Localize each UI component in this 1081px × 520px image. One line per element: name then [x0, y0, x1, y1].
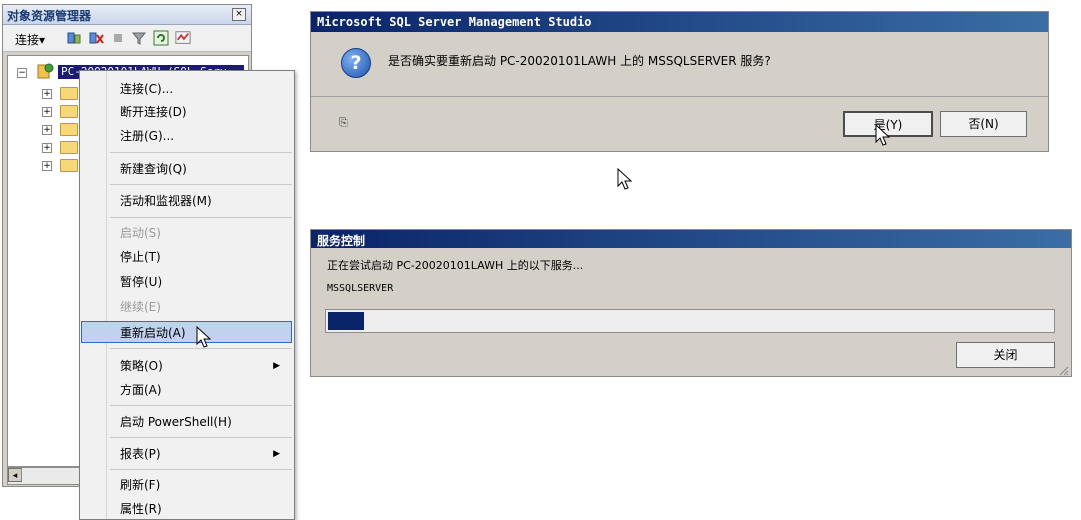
menu-item-restart[interactable]: 重新启动(A) — [120, 324, 186, 341]
activity-monitor-icon[interactable] — [175, 30, 191, 46]
menu-separator — [110, 184, 292, 185]
no-button[interactable]: 否(N) — [940, 111, 1027, 137]
mouse-cursor-icon — [875, 124, 891, 146]
refresh-icon[interactable] — [153, 30, 169, 46]
mouse-cursor-icon — [617, 168, 633, 190]
question-icon: ? — [341, 48, 371, 78]
menu-item-register[interactable]: 注册(G)... — [120, 127, 174, 144]
expand-icon[interactable]: + — [42, 161, 52, 171]
submenu-arrow-icon: ▶ — [273, 361, 280, 371]
mouse-cursor-icon — [196, 326, 212, 348]
filter-icon[interactable] — [131, 30, 147, 46]
menu-item-policies[interactable]: 策略(O) — [120, 357, 163, 374]
menu-item-start: 启动(S) — [120, 226, 161, 240]
menu-separator — [110, 217, 292, 218]
menu-separator — [110, 405, 292, 406]
dialog-titlebar: Microsoft SQL Server Management Studio — [311, 12, 1048, 32]
dialog-titlebar: 服务控制 — [311, 230, 1071, 248]
dialog-title: Microsoft SQL Server Management Studio — [317, 15, 592, 29]
close-icon[interactable]: × — [232, 8, 246, 21]
folder-icon — [60, 141, 78, 154]
dialog-message: 是否确实要重新启动 PC-20020101LAWH 上的 MSSQLSERVER… — [388, 54, 771, 68]
copy-icon[interactable]: ⎘ — [339, 116, 348, 130]
resize-grip-icon[interactable] — [1057, 364, 1069, 376]
disconnect-server-icon[interactable] — [88, 30, 104, 46]
collapse-icon[interactable]: − — [17, 68, 27, 78]
menu-item-new-query[interactable]: 新建查询(Q) — [120, 160, 187, 177]
object-explorer-toolbar: 连接▾ — [3, 25, 251, 52]
menu-item-disconnect[interactable]: 断开连接(D) — [120, 103, 187, 120]
object-explorer-title: 对象资源管理器 — [7, 9, 92, 23]
menu-item-facets[interactable]: 方面(A) — [120, 381, 162, 398]
menu-separator — [110, 469, 292, 470]
menu-item-resume: 继续(E) — [120, 300, 161, 314]
stop-icon[interactable] — [110, 30, 126, 46]
menu-item-stop[interactable]: 停止(T) — [120, 248, 161, 265]
menu-item-refresh[interactable]: 刷新(F) — [120, 476, 160, 493]
server-icon — [37, 63, 54, 79]
progress-bar — [325, 309, 1055, 333]
service-name: MSSQLSERVER — [327, 283, 394, 294]
scroll-left-icon[interactable]: ◂ — [8, 468, 22, 482]
menu-separator — [110, 152, 292, 153]
menu-separator — [110, 437, 292, 438]
connect-dropdown[interactable]: 连接▾ — [15, 31, 45, 48]
expand-icon[interactable]: + — [42, 107, 52, 117]
folder-icon — [60, 159, 78, 172]
menu-item-powershell[interactable]: 启动 PowerShell(H) — [120, 413, 232, 430]
menu-item-pause[interactable]: 暂停(U) — [120, 273, 162, 290]
connect-server-icon[interactable] — [66, 30, 82, 46]
menu-highlight — [81, 321, 292, 343]
menu-item-activity-monitor[interactable]: 活动和监视器(M) — [120, 192, 212, 209]
close-button[interactable]: 关闭 — [956, 342, 1055, 368]
expand-icon[interactable]: + — [42, 125, 52, 135]
ssms-confirm-dialog: Microsoft SQL Server Management Studio ?… — [310, 11, 1049, 152]
dialog-title: 服务控制 — [317, 234, 366, 248]
menu-item-connect[interactable]: 连接(C)... — [120, 80, 173, 97]
folder-icon — [60, 105, 78, 118]
menu-item-reports[interactable]: 报表(P) — [120, 445, 161, 462]
expand-icon[interactable]: + — [42, 143, 52, 153]
menu-item-properties[interactable]: 属性(R) — [120, 500, 162, 517]
service-control-dialog: 服务控制 正在尝试启动 PC-20020101LAWH 上的以下服务... MS… — [310, 229, 1072, 377]
submenu-arrow-icon: ▶ — [273, 449, 280, 459]
expand-icon[interactable]: + — [42, 89, 52, 99]
object-explorer-titlebar: 对象资源管理器 × — [3, 5, 251, 25]
context-menu: 连接(C)... 断开连接(D) 注册(G)... 新建查询(Q) 活动和监视器… — [79, 70, 295, 520]
folder-icon — [60, 87, 78, 100]
folder-icon — [60, 123, 78, 136]
status-text: 正在尝试启动 PC-20020101LAWH 上的以下服务... — [327, 259, 584, 272]
progress-fill — [328, 312, 364, 330]
